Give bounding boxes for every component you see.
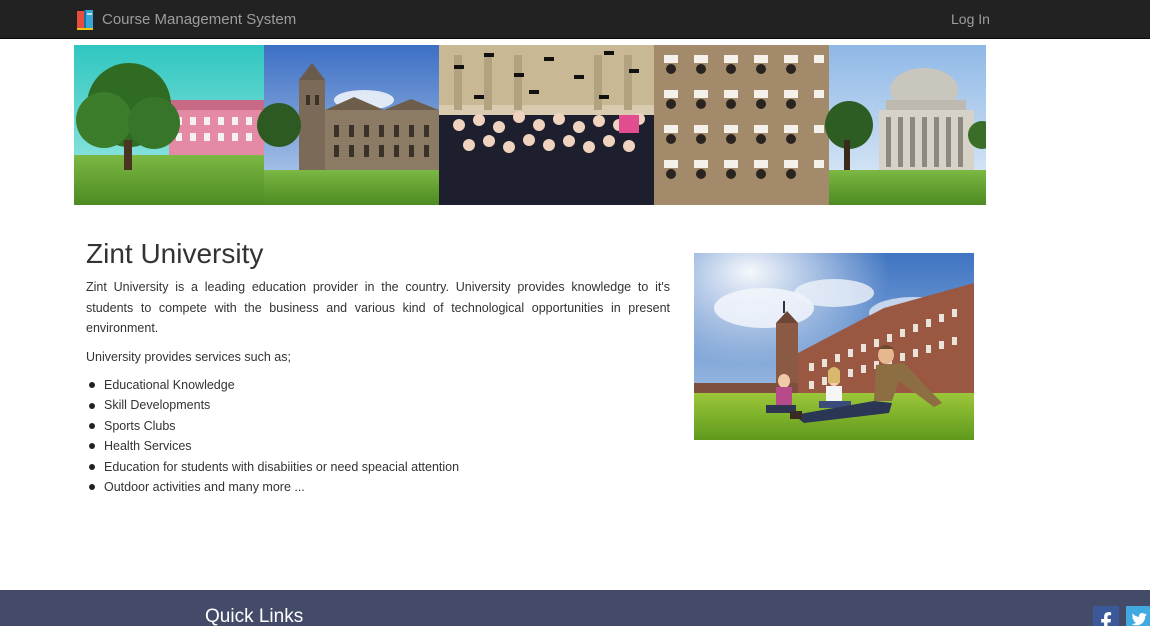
twitter-icon[interactable] [1126,606,1150,626]
service-label: Educational Knowledge [104,378,235,392]
bullet-icon [89,484,95,491]
footer: Quick Links [0,590,1150,626]
list-item: Outdoor activities and many more ... [86,477,459,497]
list-item: Skill Developments [86,395,459,415]
bullet-icon [89,463,95,470]
quick-links-heading: Quick Links [205,606,304,626]
service-label: Outdoor activities and many more ... [104,479,305,494]
campus-students-image [694,253,974,440]
top-navbar: Course Management System Log In [0,0,1150,39]
university-description: Zint University is a leading education p… [86,280,670,335]
list-item: Education for students with disabiities … [86,457,459,477]
list-item: Health Services [86,436,459,456]
services-intro: University provides services such as; [86,350,291,364]
service-label: Skill Developments [104,398,211,413]
page-title: Zint University [86,238,264,269]
service-label: Education for students with disabiities … [104,459,460,474]
book-logo-icon [77,10,93,30]
bullet-icon [89,422,95,429]
bullet-icon [89,402,95,409]
brand-link[interactable]: Course Management System [76,9,296,31]
service-label: Sports Clubs [104,418,176,433]
brand-title: Course Management System [102,11,297,28]
service-label: Health Services [104,439,192,454]
bullet-icon [89,443,95,450]
facebook-icon[interactable] [1093,606,1119,626]
bullet-icon [89,382,95,389]
services-list: Educational Knowledge Skill Developments… [86,375,459,497]
list-item: Educational Knowledge [86,375,459,395]
login-link[interactable]: Log In [951,10,990,28]
list-item: Sports Clubs [86,416,459,436]
university-banner-image [74,45,986,205]
